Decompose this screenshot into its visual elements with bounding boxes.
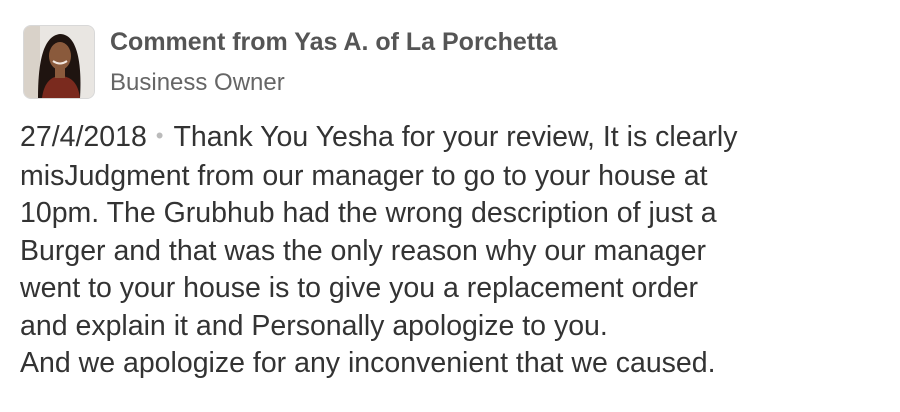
comment-text-line: misJudgment from our manager to go to yo… (20, 159, 708, 192)
comment-text-line: And we apologize for any inconvenient th… (20, 347, 716, 379)
comment-text-line: Thank You Yesha for your review, It is c… (173, 121, 738, 153)
comment-date: 27/4/2018 (20, 121, 147, 153)
comment-text-line: went to your house is to give you a repl… (20, 272, 699, 304)
business-owner-comment: Comment from Yas A. of La Porchetta Busi… (0, 0, 900, 412)
person-avatar-icon (24, 26, 94, 98)
comment-meta: Comment from Yas A. of La Porchetta Busi… (110, 25, 557, 99)
comment-line: 27/4/2018 • Thank You Yesha for your revie… (20, 119, 890, 158)
comment-text-line: Burger and that was the only reason why … (20, 234, 706, 267)
date-separator: • (155, 123, 164, 148)
avatar[interactable] (23, 25, 95, 99)
comment-text-line: 10pm. The Grubhub had the wrong descript… (20, 197, 717, 229)
comment-header: Comment from Yas A. of La Porchetta Busi… (23, 25, 557, 99)
comment-text-line: and explain it and Personally apologize … (20, 309, 608, 342)
comment-body: 27/4/2018 • Thank You Yesha for your revie… (20, 119, 890, 383)
commenter-role: Business Owner (110, 69, 285, 96)
commenter-name: Comment from Yas A. of La Porchetta (110, 28, 558, 56)
